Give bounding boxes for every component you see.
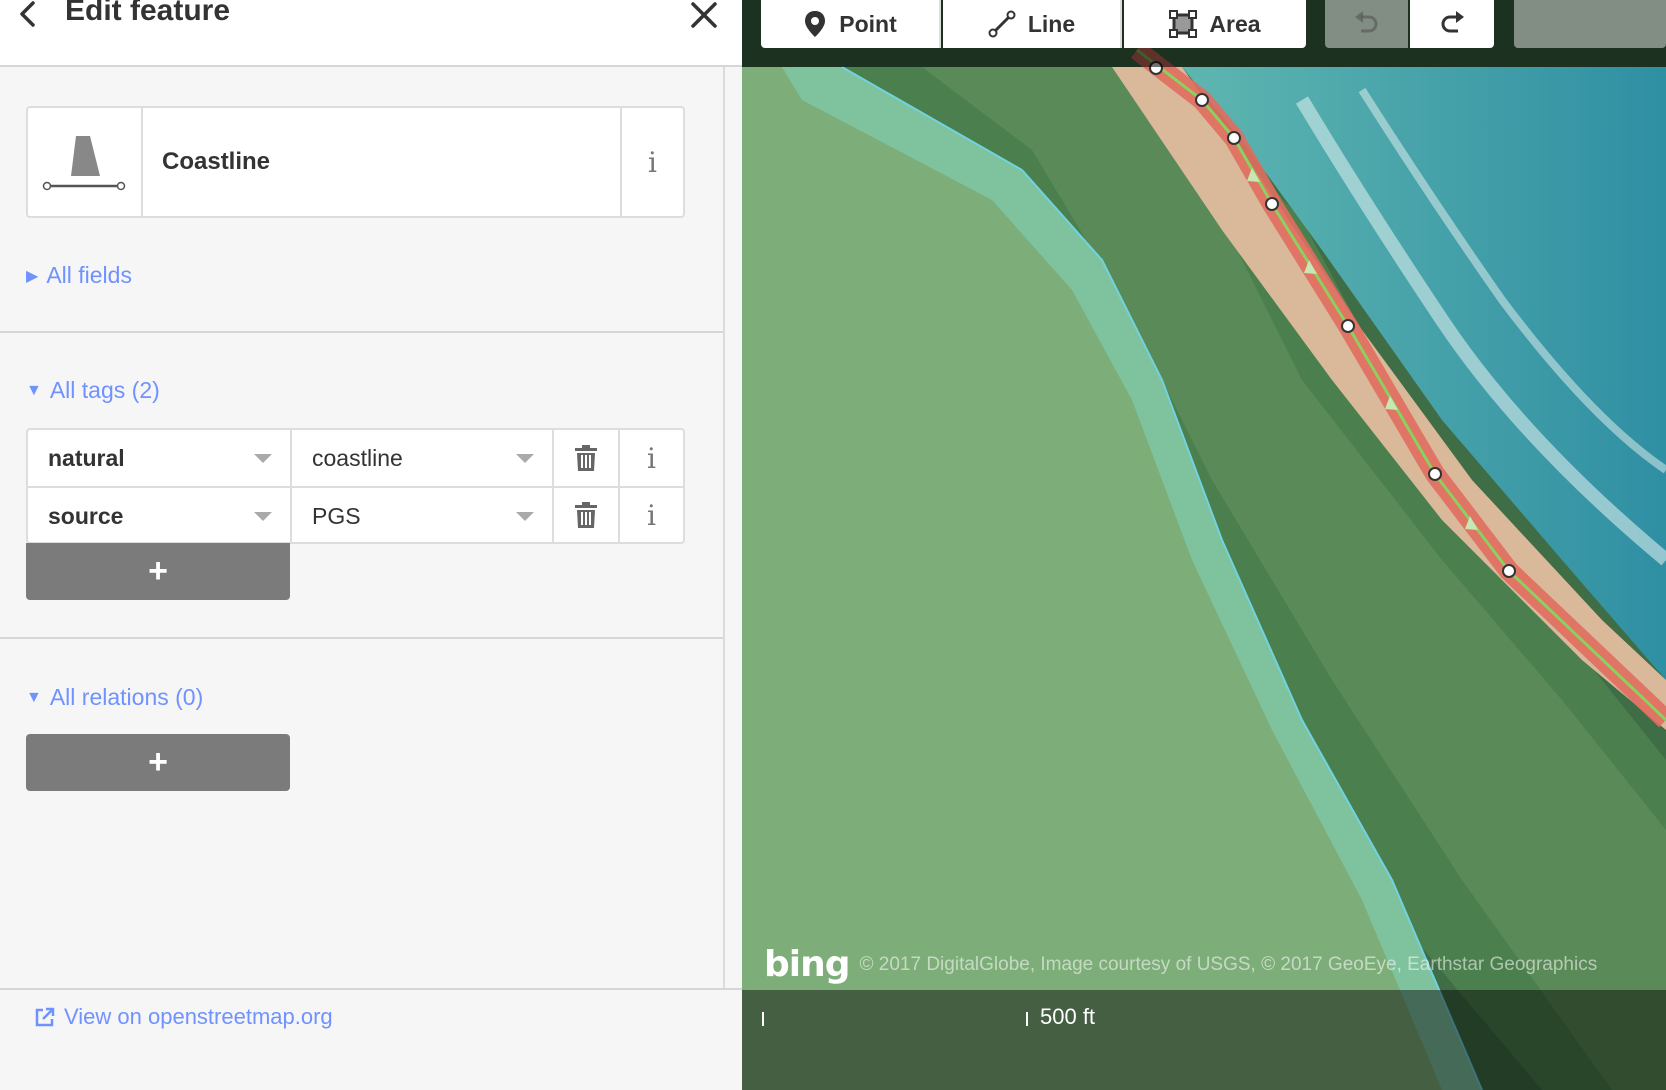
expand-down-icon: ▼ <box>26 688 42 706</box>
close-button[interactable] <box>686 0 722 33</box>
view-on-osm-link[interactable]: View on openstreetmap.org <box>34 1004 333 1030</box>
map-canvas[interactable]: Point Line Area bing © 2017 DigitalGlobe… <box>742 0 1666 1090</box>
tag-value-text: coastline <box>312 445 403 471</box>
tag-editor: natural coastline i source PGS i <box>26 428 685 544</box>
undo-icon <box>1354 11 1377 33</box>
map-footer: 500 ft <box>742 990 1666 1090</box>
scale-bar-line <box>762 1012 1028 1026</box>
add-relation-button[interactable]: + <box>26 734 290 791</box>
tag-key-field[interactable]: natural <box>28 430 292 486</box>
trash-icon <box>575 502 597 528</box>
add-line-label: Line <box>1027 10 1076 37</box>
imagery-attribution: bing © 2017 DigitalGlobe, Image courtesy… <box>764 944 1597 985</box>
preset-icon-box <box>28 108 143 216</box>
close-icon <box>691 2 717 28</box>
all-relations-label: All relations (0) <box>49 684 204 710</box>
inspector-sidebar: Edit feature Coastline i ▶ All fields ▼ … <box>0 0 742 1090</box>
redo-icon <box>1441 11 1464 33</box>
scale-label[interactable]: 500 ft <box>1040 1004 1095 1030</box>
tag-row: natural coastline i <box>28 430 683 486</box>
all-fields-label: All fields <box>46 262 132 288</box>
inspector-header: Edit feature <box>0 0 742 67</box>
dropdown-caret-icon[interactable] <box>516 512 534 521</box>
line-icon <box>988 10 1016 38</box>
external-link-icon <box>35 1007 55 1027</box>
redo-button[interactable] <box>1410 0 1494 48</box>
dropdown-caret-icon[interactable] <box>254 454 272 463</box>
tag-info-button[interactable]: i <box>620 488 683 542</box>
tag-value-text: PGS <box>312 503 361 529</box>
preset-info-button[interactable]: i <box>620 108 683 216</box>
tag-value-field[interactable]: coastline <box>292 430 554 486</box>
tag-key-text: natural <box>48 445 125 471</box>
add-line-button[interactable]: Line <box>943 0 1122 48</box>
section-divider <box>0 331 723 333</box>
satellite-imagery <box>742 0 1666 1090</box>
add-point-button[interactable]: Point <box>761 0 941 48</box>
dropdown-caret-icon[interactable] <box>254 512 272 521</box>
dropdown-caret-icon[interactable] <box>516 454 534 463</box>
inspector-footer: View on openstreetmap.org <box>0 988 742 1090</box>
tag-key-field[interactable]: source <box>28 488 292 542</box>
add-point-label: Point <box>839 10 897 37</box>
tag-info-button[interactable]: i <box>620 430 683 486</box>
tag-key-text: source <box>48 503 124 529</box>
info-icon: i <box>648 145 657 179</box>
all-relations-toggle[interactable]: ▼ All relations (0) <box>26 684 203 711</box>
delete-tag-button[interactable] <box>554 488 620 542</box>
save-button[interactable] <box>1514 0 1666 48</box>
preset-name: Coastline <box>162 148 271 175</box>
area-icon <box>1169 10 1198 38</box>
info-icon: i <box>647 498 656 532</box>
point-icon <box>805 11 826 37</box>
undo-button[interactable] <box>1325 0 1408 48</box>
plus-icon: + <box>148 552 168 590</box>
trash-icon <box>575 445 597 471</box>
back-icon <box>20 1 35 27</box>
back-button[interactable] <box>12 0 44 30</box>
view-on-osm-label: View on openstreetmap.org <box>64 1004 333 1029</box>
add-area-label: Area <box>1209 10 1261 37</box>
coastline-preset-icon <box>42 136 126 191</box>
expand-right-icon: ▶ <box>26 267 39 285</box>
attribution-text[interactable]: © 2017 DigitalGlobe, Image courtesy of U… <box>860 954 1598 976</box>
info-icon: i <box>647 441 656 475</box>
all-fields-toggle[interactable]: ▶ All fields <box>26 262 132 289</box>
delete-tag-button[interactable] <box>554 430 620 486</box>
all-tags-toggle[interactable]: ▼ All tags (2) <box>26 377 160 404</box>
plus-icon: + <box>148 743 168 781</box>
add-tag-button[interactable]: + <box>26 543 290 600</box>
map-toolbar: Point Line Area <box>742 0 1666 67</box>
bing-logo: bing <box>764 944 851 985</box>
all-tags-label: All tags (2) <box>49 377 160 403</box>
sidebar-resizer[interactable] <box>723 67 725 989</box>
preset-selector[interactable]: Coastline i <box>26 106 685 218</box>
expand-down-icon: ▼ <box>26 381 42 399</box>
add-area-button[interactable]: Area <box>1124 0 1306 48</box>
section-divider <box>0 637 723 639</box>
tag-value-field[interactable]: PGS <box>292 488 554 542</box>
tag-row: source PGS i <box>28 486 683 542</box>
page-title: Edit feature <box>65 0 231 27</box>
